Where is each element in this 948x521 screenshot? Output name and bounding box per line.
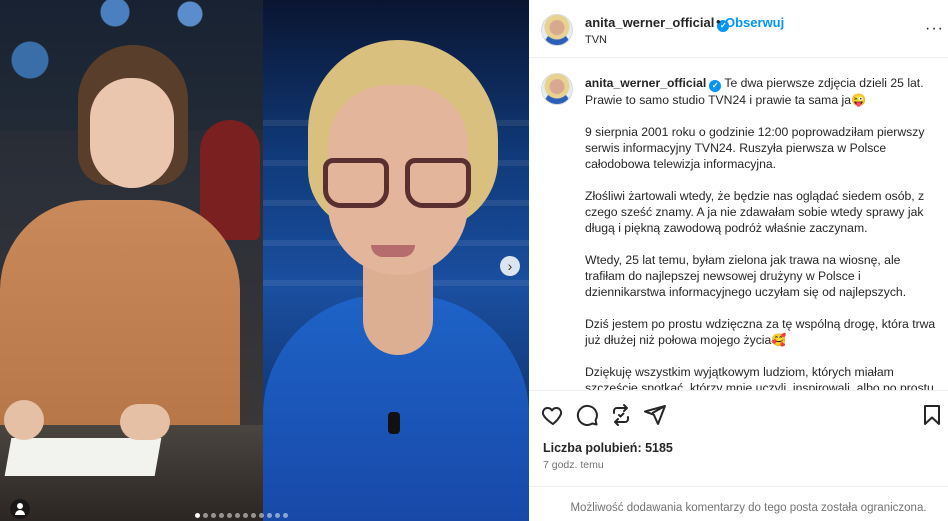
avatar[interactable] [541,14,573,46]
post-caption: anita_werner_official ✓ Te dwa pierwsze z… [585,75,939,390]
post-header: anita_werner_official ✓ • Obserwuj TVN ··… [529,0,948,58]
caption-area: anita_werner_official ✓ Te dwa pierwsze z… [529,59,948,390]
action-bar: Liczba polubień: 5185 7 godz. temu [529,390,948,500]
carousel-dot [275,513,280,518]
post-timestamp[interactable]: 7 godz. temu [543,459,604,471]
carousel-dots [195,513,288,518]
post-media-carousel: › [0,0,529,521]
comments-restricted-notice: Możliwość dodawania komentarzy do tego p… [529,486,948,521]
carousel-dot [195,513,200,518]
caption-paragraph: Złośliwi żartowali wtedy, że będzie nas … [585,189,925,235]
likes-count[interactable]: Liczba polubień: 5185 [543,441,673,455]
carousel-dot [251,513,256,518]
carousel-dot [227,513,232,518]
carousel-next-button[interactable]: › [500,256,520,276]
header-separator: • [716,14,721,29]
header-subtitle[interactable]: TVN [585,34,607,46]
carousel-dot [211,513,216,518]
caption-username[interactable]: anita_werner_official [585,76,706,90]
photo-today-anchor [263,0,529,521]
caption-paragraph: 9 sierpnia 2001 roku o godzinie 12:00 po… [585,125,925,171]
photo-2001-anchor [0,0,263,521]
caption-paragraph: Dziś jestem po prostu wdzięczna za tę ws… [585,317,936,347]
follow-button[interactable]: Obserwuj [725,15,784,30]
bookmark-icon[interactable] [920,403,944,427]
carousel-dot [243,513,248,518]
carousel-dot [219,513,224,518]
post-sidebar: anita_werner_official ✓ • Obserwuj TVN ··… [529,0,948,521]
carousel-dot [283,513,288,518]
tagged-users-icon[interactable] [10,499,30,519]
caption-avatar[interactable] [541,73,573,105]
header-username[interactable]: anita_werner_official ✓ [585,15,730,32]
caption-paragraph: Dziękuję wszystkim wyjątkowym ludziom, k… [585,365,934,390]
comment-icon[interactable] [575,403,599,427]
send-icon[interactable] [643,403,667,427]
carousel-dot [267,513,272,518]
carousel-dot [235,513,240,518]
carousel-dot [259,513,264,518]
more-options-icon[interactable]: ··· [925,20,944,38]
heart-icon[interactable] [541,403,565,427]
carousel-dot [203,513,208,518]
caption-paragraph: Wtedy, 25 lat temu, byłam zielona jak tr… [585,253,907,299]
repost-icon[interactable] [609,403,633,427]
verified-badge-icon: ✓ [709,80,722,92]
